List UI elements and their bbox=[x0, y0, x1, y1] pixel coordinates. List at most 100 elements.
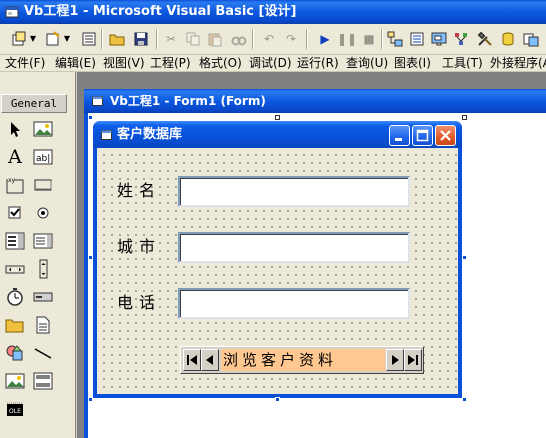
ole-tool-icon[interactable]: OLE bbox=[4, 398, 26, 420]
resize-handle-bottom-left[interactable] bbox=[88, 397, 93, 402]
paste-icon[interactable] bbox=[206, 30, 224, 48]
phone-textbox[interactable] bbox=[178, 288, 410, 319]
listbox-tool-icon[interactable] bbox=[32, 230, 54, 252]
resize-handle-top[interactable] bbox=[275, 115, 280, 120]
form-designer-title: Vb工程1 - Form1 (Form) bbox=[110, 94, 266, 108]
customer-form-caption: 客户数据库 bbox=[117, 127, 183, 142]
filelistbox-tool-icon[interactable] bbox=[32, 314, 54, 336]
minimize-icon bbox=[395, 138, 402, 141]
menu-bar: 文件(F) 编辑(E) 视图(V) 工程(P) 格式(O) 调试(D) 运行(R… bbox=[0, 55, 546, 72]
hscrollbar-tool-icon[interactable] bbox=[4, 258, 26, 280]
menu-view[interactable]: 视图(V) bbox=[103, 55, 145, 72]
menu-diagram[interactable]: 图表(I) bbox=[394, 55, 431, 72]
menu-file[interactable]: 文件(F) bbox=[5, 55, 45, 72]
resize-handle-left[interactable] bbox=[88, 255, 93, 260]
menu-editor-icon[interactable] bbox=[80, 30, 98, 48]
commandbutton-tool-icon[interactable] bbox=[32, 174, 54, 196]
app-title: Vb工程1 - Microsoft Visual Basic [设计] bbox=[24, 4, 297, 19]
svg-text:OLE: OLE bbox=[9, 408, 21, 415]
phone-label: 电话 bbox=[117, 293, 162, 312]
menu-query[interactable]: 查询(U) bbox=[346, 55, 388, 72]
frame-tool-icon[interactable]: xy bbox=[4, 174, 26, 196]
form-designer-title-bar[interactable]: Vb工程1 - Form1 (Form) bbox=[84, 89, 546, 113]
move-previous-button[interactable] bbox=[201, 349, 219, 371]
checkbox-tool-icon[interactable] bbox=[4, 202, 26, 224]
pointer-tool-icon[interactable] bbox=[4, 118, 26, 140]
form-window-icon bbox=[101, 130, 112, 140]
add-form-icon[interactable] bbox=[44, 30, 62, 48]
data-control-caption: 浏览客户资料 bbox=[221, 349, 385, 371]
start-icon[interactable]: ▶ bbox=[316, 30, 334, 48]
timer-tool-icon[interactable] bbox=[4, 286, 26, 308]
save-project-icon[interactable] bbox=[132, 30, 150, 48]
move-last-icon bbox=[408, 355, 418, 365]
name-textbox[interactable] bbox=[178, 176, 410, 207]
menu-run[interactable]: 运行(R) bbox=[297, 55, 339, 72]
component-manager-icon[interactable] bbox=[522, 30, 540, 48]
open-project-icon[interactable] bbox=[108, 30, 126, 48]
app-title-bar[interactable]: Vb工程1 - Microsoft Visual Basic [设计] bbox=[0, 0, 546, 24]
svg-text:xy: xy bbox=[8, 177, 16, 184]
move-next-icon bbox=[392, 355, 399, 365]
label-tool-icon[interactable]: A bbox=[4, 146, 26, 168]
move-previous-icon bbox=[206, 355, 213, 365]
undo-icon[interactable]: ↶ bbox=[260, 30, 278, 48]
close-icon bbox=[440, 130, 451, 141]
resize-handle-bottom-right[interactable] bbox=[462, 397, 467, 402]
line-tool-icon[interactable] bbox=[32, 342, 54, 364]
end-icon[interactable]: ■ bbox=[360, 30, 378, 48]
dirlistbox-tool-icon[interactable] bbox=[4, 314, 26, 336]
resize-handle-bottom[interactable] bbox=[275, 397, 280, 402]
combobox-tool-icon[interactable] bbox=[4, 230, 26, 252]
resize-handle-right[interactable] bbox=[462, 255, 467, 260]
copy-icon[interactable] bbox=[184, 30, 202, 48]
city-label: 城市 bbox=[117, 237, 162, 256]
picturebox-tool-icon[interactable] bbox=[32, 118, 54, 140]
optionbutton-tool-icon[interactable] bbox=[32, 202, 54, 224]
customer-data-control[interactable]: 浏览客户资料 bbox=[180, 346, 424, 374]
move-first-icon bbox=[187, 355, 197, 365]
maximize-button[interactable] bbox=[412, 125, 433, 146]
menu-debug[interactable]: 调试(D) bbox=[249, 55, 292, 72]
add-project-icon[interactable] bbox=[10, 30, 28, 48]
shape-tool-icon[interactable] bbox=[4, 342, 26, 364]
form-icon bbox=[92, 96, 103, 106]
form-layout-icon[interactable] bbox=[430, 30, 448, 48]
menu-edit[interactable]: 编辑(E) bbox=[55, 55, 96, 72]
menu-project[interactable]: 工程(P) bbox=[150, 55, 191, 72]
data-view-icon[interactable] bbox=[500, 30, 518, 48]
resize-handle-top-left[interactable] bbox=[88, 115, 93, 120]
data-tool-icon[interactable] bbox=[32, 370, 54, 392]
cut-icon[interactable]: ✂ bbox=[162, 30, 180, 48]
customer-form-title-bar[interactable]: 客户数据库 bbox=[93, 121, 462, 148]
textbox-tool-icon[interactable]: ab| bbox=[32, 146, 54, 168]
menu-format[interactable]: 格式(O) bbox=[199, 55, 242, 72]
vb-app-icon bbox=[5, 6, 19, 18]
break-icon[interactable]: ❚❚ bbox=[337, 30, 357, 48]
svg-text:ab|: ab| bbox=[36, 154, 50, 164]
project-explorer-icon[interactable] bbox=[386, 30, 404, 48]
minimize-button[interactable] bbox=[389, 125, 410, 146]
close-button[interactable] bbox=[435, 125, 456, 146]
move-first-button[interactable] bbox=[183, 349, 201, 371]
resize-handle-top-right[interactable] bbox=[462, 115, 467, 120]
toolbox-icon[interactable] bbox=[476, 30, 494, 48]
maximize-icon bbox=[416, 129, 429, 142]
vscrollbar-tool-icon[interactable] bbox=[32, 258, 54, 280]
object-browser-icon[interactable] bbox=[452, 30, 470, 48]
add-project-dropdown-icon[interactable]: ▼ bbox=[28, 30, 38, 48]
move-last-button[interactable] bbox=[404, 349, 422, 371]
name-label: 姓名 bbox=[117, 181, 162, 200]
city-textbox[interactable] bbox=[178, 232, 410, 263]
find-icon[interactable] bbox=[230, 30, 248, 48]
image-tool-icon[interactable] bbox=[4, 370, 26, 392]
toolbox-panel: General A ab| xy OLE bbox=[0, 72, 76, 438]
drivelistbox-tool-icon[interactable] bbox=[32, 286, 54, 308]
move-next-button[interactable] bbox=[386, 349, 404, 371]
menu-tools[interactable]: 工具(T) bbox=[442, 55, 483, 72]
redo-icon[interactable]: ↷ bbox=[282, 30, 300, 48]
toolbox-general-tab[interactable]: General bbox=[1, 94, 67, 113]
add-form-dropdown-icon[interactable]: ▼ bbox=[62, 30, 72, 48]
menu-addins[interactable]: 外接程序(A) bbox=[490, 55, 546, 72]
properties-window-icon[interactable] bbox=[408, 30, 426, 48]
